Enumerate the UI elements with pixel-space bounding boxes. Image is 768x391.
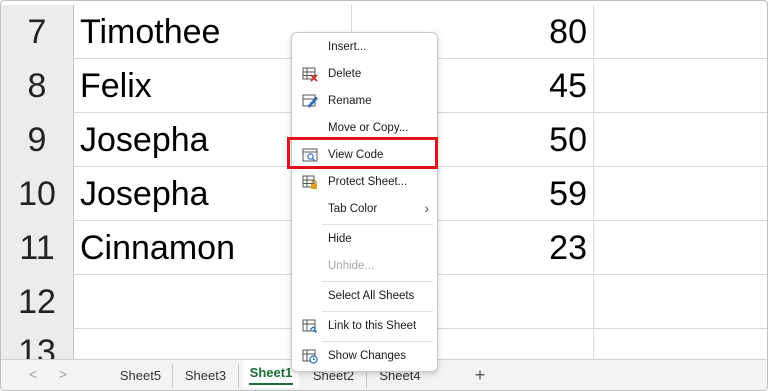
link-sheet-icon [302, 319, 318, 333]
menu-separator [322, 281, 433, 282]
menu-item-tab-color[interactable]: Tab Color › [292, 197, 437, 221]
menu-separator [322, 311, 433, 312]
menu-separator [322, 224, 433, 225]
menu-item-label: Hide [328, 233, 352, 245]
delete-sheet-icon [302, 67, 318, 82]
menu-item-hide[interactable]: Hide [292, 227, 437, 251]
menu-item-delete[interactable]: Delete [292, 62, 437, 86]
menu-item-label: Unhide... [328, 260, 375, 272]
menu-item-protect-sheet[interactable]: Protect Sheet... [292, 170, 437, 194]
protect-sheet-icon [302, 175, 317, 189]
row-header[interactable]: 7 [1, 5, 74, 59]
menu-item-label: Show Changes [328, 350, 406, 362]
add-sheet-button[interactable]: + [471, 364, 489, 386]
sheet-context-menu: Insert... Delete Rename Move or Copy... [291, 32, 438, 372]
menu-item-link-to-sheet[interactable]: Link to this Sheet [292, 314, 437, 338]
menu-separator [322, 341, 433, 342]
active-tab-underline [249, 383, 293, 385]
sheet-tab-label: Sheet1 [249, 365, 293, 380]
menu-item-label: Tab Color [328, 203, 378, 215]
row-header[interactable]: 8 [1, 59, 74, 113]
menu-item-select-all-sheets[interactable]: Select All Sheets [292, 284, 437, 308]
cell-empty[interactable] [594, 5, 767, 59]
sheet-tab[interactable]: Sheet3 [173, 364, 239, 388]
view-code-highlight-box [287, 137, 438, 169]
menu-item-unhide: Unhide... [292, 254, 437, 278]
row-header[interactable]: 11 [1, 221, 74, 275]
chevron-right-icon: › [424, 200, 429, 216]
cell-empty[interactable] [594, 275, 767, 329]
menu-item-label: Protect Sheet... [328, 176, 408, 188]
cell-empty[interactable] [594, 113, 767, 167]
cell-empty[interactable] [594, 167, 767, 221]
menu-item-label: Rename [328, 95, 372, 107]
cell-empty[interactable] [594, 59, 767, 113]
show-changes-icon [302, 349, 318, 364]
rename-sheet-icon [302, 94, 318, 108]
excel-window: 7 Timothee 80 8 Felix 45 9 Josepha 50 10… [0, 0, 768, 391]
prev-sheet-button[interactable]: < [25, 366, 41, 382]
menu-item-label: Insert... [328, 41, 367, 53]
row-header[interactable]: 12 [1, 275, 74, 329]
menu-item-show-changes[interactable]: Show Changes [292, 344, 437, 368]
menu-item-rename[interactable]: Rename [292, 89, 437, 113]
menu-item-insert[interactable]: Insert... [292, 35, 437, 59]
cell-empty[interactable] [594, 221, 767, 275]
next-sheet-button[interactable]: > [55, 366, 71, 382]
menu-item-label: Link to this Sheet [328, 320, 417, 332]
row-header[interactable]: 10 [1, 167, 74, 221]
sheet-tab[interactable]: Sheet5 [109, 364, 173, 388]
menu-item-label: Select All Sheets [328, 290, 415, 302]
menu-item-label: Delete [328, 68, 362, 80]
row-header[interactable]: 9 [1, 113, 74, 167]
